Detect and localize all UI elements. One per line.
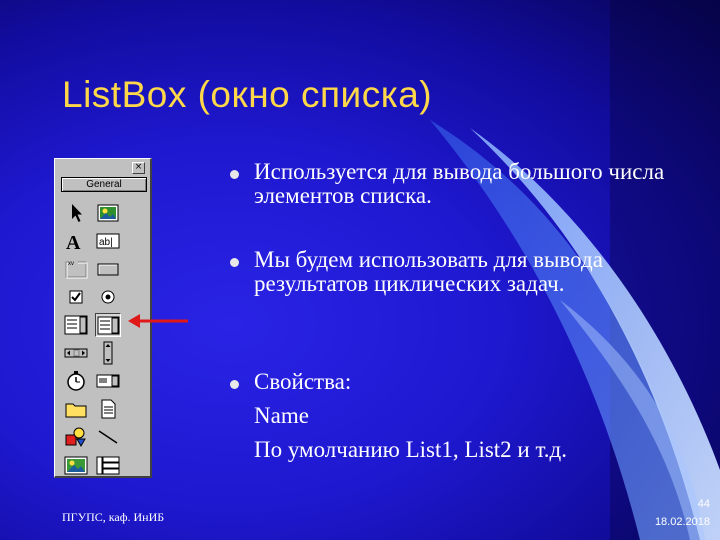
frame-icon: xv: [65, 259, 88, 279]
picturebox-icon: [97, 204, 119, 222]
shape-icon: [65, 427, 86, 448]
pointer-tool[interactable]: [63, 201, 89, 225]
combobox-icon: [64, 315, 88, 335]
svg-text:ab|: ab|: [99, 237, 113, 248]
image-icon: [64, 456, 88, 475]
picturebox-tool[interactable]: [95, 201, 121, 225]
slide: ListBox (окно списка) × General A ab| xv: [0, 0, 720, 540]
hscrollbar-icon: [64, 348, 88, 358]
bullet-dot: [230, 170, 239, 179]
frame-tool[interactable]: xv: [63, 257, 89, 281]
vscrollbar-tool[interactable]: [95, 341, 121, 365]
drivelistbox-icon: [96, 374, 120, 388]
dirlistbox-icon: [65, 403, 87, 418]
line-icon: [98, 430, 118, 444]
label-tool[interactable]: A: [63, 229, 89, 253]
properties-heading: Свойства:: [254, 369, 352, 394]
footer-organization: ПГУПС, каф. ИнИБ: [62, 510, 165, 524]
listbox-icon: [97, 316, 120, 335]
vscrollbar-icon: [103, 341, 113, 365]
bullet-text: Мы будем использовать для вывода результ…: [254, 247, 603, 296]
slide-number: 44: [697, 498, 710, 510]
properties-name-line: Name: [254, 403, 309, 428]
image-tool[interactable]: [63, 453, 89, 477]
combobox-tool[interactable]: [63, 313, 89, 337]
slide-title: ListBox (окно списка): [62, 74, 433, 115]
commandbutton-tool[interactable]: [95, 257, 121, 281]
line-tool[interactable]: [95, 425, 121, 449]
filelistbox-icon: [101, 399, 116, 419]
data-icon: [96, 456, 120, 475]
textbox-icon: ab|: [96, 233, 120, 249]
pointer-icon: [72, 204, 82, 222]
toolbox-close-button[interactable]: ×: [132, 162, 145, 174]
properties-default-line: По умолчанию List1, List2 и т.д.: [254, 437, 568, 462]
bullet-text: Свойства: Name По умолчанию List1, List2…: [254, 365, 674, 467]
filelistbox-tool[interactable]: [95, 397, 121, 421]
checkbox-icon: [69, 290, 83, 304]
timer-tool[interactable]: [63, 369, 89, 393]
checkbox-tool[interactable]: [63, 285, 89, 309]
textbox-tool[interactable]: ab|: [95, 229, 121, 253]
shape-tool[interactable]: [63, 425, 89, 449]
red-arrow-icon: [128, 314, 188, 328]
toolbox-general-tab[interactable]: General: [61, 177, 147, 192]
label-icon: A: [66, 232, 81, 253]
timer-icon: [67, 371, 85, 391]
svg-text:xv: xv: [68, 261, 74, 267]
hscrollbar-tool[interactable]: [63, 341, 89, 365]
listbox-tool[interactable]: [95, 313, 121, 337]
commandbutton-icon: [97, 263, 119, 276]
bullet-dot: [230, 380, 239, 389]
bullet-dot: [230, 258, 239, 267]
optionbutton-icon: [101, 290, 115, 304]
svg-text:A: A: [66, 232, 81, 253]
optionbutton-tool[interactable]: [95, 285, 121, 309]
bullet-text: Используется для вывода большого числа э…: [254, 159, 665, 208]
dirlistbox-tool[interactable]: [63, 397, 89, 421]
slide-date: 18.02.2018: [654, 516, 710, 528]
data-tool[interactable]: [95, 453, 121, 477]
drivelistbox-tool[interactable]: [95, 369, 121, 393]
